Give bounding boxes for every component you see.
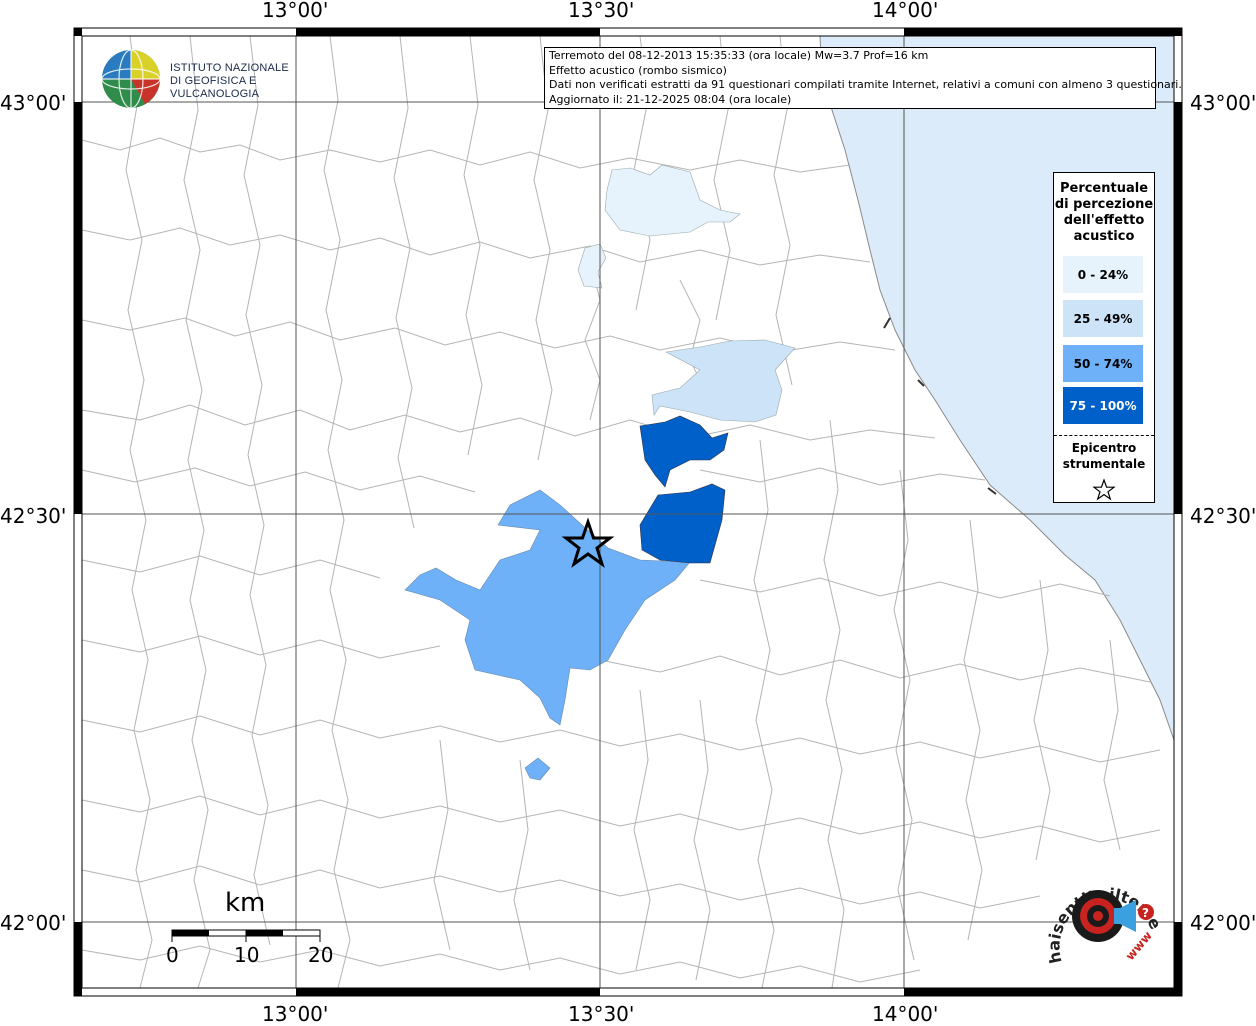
legend-item-25-49: 25 - 49%	[1063, 300, 1143, 337]
legend-separator	[1054, 435, 1154, 436]
legend: Percentuale di percezione dell'effetto a…	[1053, 172, 1155, 503]
scale-label-20: 20	[308, 943, 334, 967]
event-data-note: Dati non verificati estratti da 91 quest…	[549, 78, 1182, 91]
legend-item-75-100: 75 - 100%	[1063, 387, 1143, 424]
logo-line-1: ISTITUTO NAZIONALE	[170, 62, 289, 74]
svg-text:?: ?	[1142, 906, 1149, 920]
legend-star-icon	[1092, 478, 1116, 501]
event-title: Terremoto del 08-12-2013 15:35:33 (ora l…	[549, 49, 929, 62]
scale-unit: km	[225, 888, 266, 918]
logo-line-2: DI GEOFISICA E VULCANOLOGIA	[170, 75, 260, 100]
event-effect: Effetto acustico (rombo sismico)	[549, 63, 727, 77]
legend-item-0-24: 0 - 24%	[1063, 256, 1143, 293]
legend-epicenter-label: Epicentro strumentale	[1062, 441, 1146, 471]
globe-icon	[101, 49, 161, 109]
haisentito-logo: haisentitoilterremoto.it ? www	[1032, 847, 1170, 992]
haisentito-logo-graphic: haisentitoilterremoto.it ? www	[1032, 847, 1166, 965]
scale-label-0: 0	[166, 943, 179, 967]
haisentito-www: www	[1123, 929, 1155, 963]
scale-label-10: 10	[234, 943, 260, 967]
ingv-logo: ISTITUTO NAZIONALE DI GEOFISICA E VULCAN…	[100, 46, 320, 110]
event-info-box: Terremoto del 08-12-2013 15:35:33 (ora l…	[544, 47, 1182, 109]
event-updated: Aggiornato il: 21-12-2025 08:04 (ora loc…	[549, 92, 792, 106]
legend-item-50-74: 50 - 74%	[1063, 345, 1143, 382]
legend-title: Percentuale di percezione dell'effetto a…	[1054, 181, 1154, 244]
